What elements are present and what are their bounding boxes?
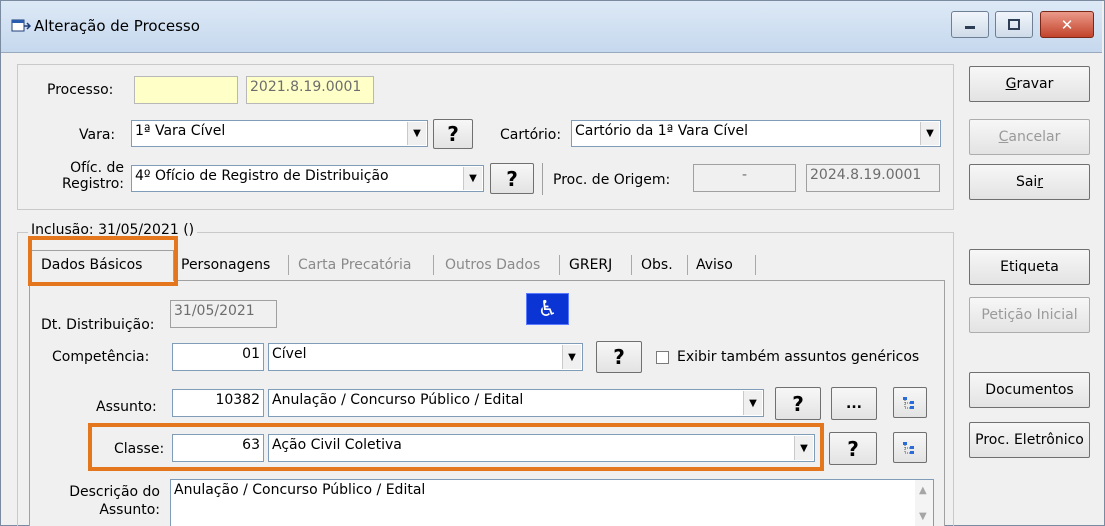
exibir-checkbox[interactable] bbox=[656, 351, 669, 364]
etiqueta-button[interactable]: Etiqueta bbox=[969, 249, 1090, 285]
chevron-down-icon[interactable]: ▼ bbox=[407, 122, 426, 145]
assunto-ellipsis-button[interactable]: ... bbox=[831, 387, 877, 420]
descricao-label-line2: Assunto: bbox=[99, 502, 160, 518]
gravar-button[interactable]: Gravar bbox=[969, 66, 1090, 102]
ofic-label: Ofíc. de Registro: bbox=[62, 160, 124, 192]
ofic-label-line2: Registro: bbox=[62, 176, 125, 192]
assunto-value: Anulação / Concurso Público / Edital bbox=[272, 392, 524, 408]
assunto-select[interactable]: Anulação / Concurso Público / Edital ▼ bbox=[268, 389, 764, 417]
tab-carta-precatoria[interactable]: Carta Precatória bbox=[298, 252, 411, 278]
classe-help-button[interactable]: ? bbox=[829, 432, 877, 465]
descricao-value: Anulação / Concurso Público / Edital bbox=[174, 482, 426, 498]
proc-origem-label: Proc. de Origem: bbox=[553, 172, 671, 188]
processo-prefix-field[interactable] bbox=[134, 76, 238, 104]
tab-personagens[interactable]: Personagens bbox=[181, 252, 270, 278]
proc-origem-number-field[interactable]: 2024.8.19.0001 bbox=[806, 164, 940, 192]
tab-separator bbox=[755, 255, 756, 275]
minimize-button[interactable] bbox=[951, 11, 989, 38]
competencia-code-field[interactable]: 01 bbox=[172, 343, 264, 371]
ofic-help-button[interactable]: ? bbox=[490, 163, 534, 194]
divider bbox=[542, 163, 543, 195]
competencia-select[interactable]: Cível ▼ bbox=[268, 343, 583, 371]
sair-label-pre: Sai bbox=[1015, 174, 1038, 190]
tab-grerj[interactable]: GRERJ bbox=[569, 252, 612, 278]
proc-eletronico-button[interactable]: Proc. Eletrônico bbox=[969, 422, 1090, 458]
gravar-label-rest: ravar bbox=[1016, 76, 1054, 92]
cartorio-select[interactable]: Cartório da 1ª Vara Cível ▼ bbox=[571, 120, 941, 147]
close-button[interactable]: ✕ bbox=[1040, 11, 1094, 38]
close-icon: ✕ bbox=[1060, 15, 1074, 34]
descricao-label: Descrição do Assunto: bbox=[62, 483, 160, 519]
competencia-label: Competência: bbox=[52, 349, 150, 365]
maximize-icon bbox=[1008, 18, 1020, 30]
competencia-value: Cível bbox=[272, 346, 307, 362]
tab-separator bbox=[631, 255, 632, 275]
vara-help-button[interactable]: ? bbox=[433, 119, 473, 149]
tab-separator bbox=[288, 255, 289, 275]
scroll-down-icon[interactable]: ▼ bbox=[919, 511, 927, 522]
chevron-down-icon[interactable]: ▼ bbox=[920, 122, 939, 145]
classe-highlight bbox=[88, 423, 824, 471]
sair-mnemonic: r bbox=[1037, 174, 1044, 190]
documentos-button[interactable]: Documentos bbox=[969, 372, 1090, 408]
tree-view-icon bbox=[903, 396, 914, 409]
window-title: Alteração de Processo bbox=[34, 17, 200, 35]
ofic-registro-select[interactable]: 4º Ofício de Registro de Distribuição ▼ bbox=[131, 165, 484, 192]
dt-distribuicao-field[interactable]: 31/05/2021 bbox=[170, 300, 277, 328]
wheelchair-icon[interactable]: ♿ bbox=[526, 293, 569, 325]
cancelar-label-rest: ancelar bbox=[1008, 129, 1061, 145]
exibir-label: Exibir também assuntos genéricos bbox=[677, 349, 920, 365]
chevron-down-icon[interactable]: ▼ bbox=[743, 391, 762, 415]
chevron-down-icon[interactable]: ▼ bbox=[463, 167, 482, 190]
tab-separator bbox=[687, 255, 688, 275]
competencia-help-button[interactable]: ? bbox=[596, 341, 642, 373]
tab-aviso[interactable]: Aviso bbox=[696, 252, 733, 278]
tab-obs[interactable]: Obs. bbox=[641, 252, 673, 278]
cartorio-value: Cartório da 1ª Vara Cível bbox=[575, 123, 749, 139]
tab-separator bbox=[559, 255, 560, 275]
proc-origem-prefix-field[interactable]: - bbox=[693, 164, 796, 192]
scroll-up-icon[interactable]: ▲ bbox=[919, 485, 927, 496]
dt-distribuicao-label: Dt. Distribuição: bbox=[41, 317, 155, 333]
app-window-icon bbox=[11, 19, 31, 32]
assunto-help-button[interactable]: ? bbox=[775, 387, 821, 420]
processo-label: Processo: bbox=[47, 82, 114, 98]
assunto-label: Assunto: bbox=[96, 399, 157, 415]
vara-value: 1ª Vara Cível bbox=[135, 123, 226, 139]
cancelar-button[interactable]: Cancelar bbox=[969, 119, 1090, 155]
assunto-tree-button[interactable] bbox=[893, 387, 927, 418]
gravar-mnemonic: G bbox=[1005, 76, 1017, 92]
tree-view-icon bbox=[903, 441, 914, 454]
vara-label: Vara: bbox=[79, 127, 116, 143]
processo-number-field[interactable]: 2021.8.19.0001 bbox=[246, 76, 374, 104]
ofic-registro-value: 4º Ofício de Registro de Distribuição bbox=[135, 168, 389, 184]
tab-outros-dados[interactable]: Outros Dados bbox=[445, 252, 540, 278]
cancelar-mnemonic: C bbox=[998, 129, 1009, 145]
maximize-button[interactable] bbox=[995, 11, 1033, 38]
assunto-code-field[interactable]: 10382 bbox=[172, 389, 264, 417]
tab-separator bbox=[433, 255, 434, 275]
sair-button[interactable]: Sai r bbox=[969, 164, 1090, 200]
vara-select[interactable]: 1ª Vara Cível ▼ bbox=[131, 120, 428, 147]
peticao-inicial-button[interactable]: Petição Inicial bbox=[969, 297, 1090, 333]
descricao-label-line1: Descrição do bbox=[69, 484, 160, 500]
classe-tree-button[interactable] bbox=[893, 432, 927, 463]
ofic-label-line1: Ofíc. de bbox=[70, 160, 125, 176]
descricao-textarea[interactable]: Anulação / Concurso Público / Edital bbox=[170, 479, 934, 526]
chevron-down-icon[interactable]: ▼ bbox=[562, 345, 581, 369]
tab-highlight bbox=[28, 236, 178, 286]
cartorio-label: Cartório: bbox=[500, 127, 562, 143]
minimize-icon bbox=[965, 25, 975, 29]
